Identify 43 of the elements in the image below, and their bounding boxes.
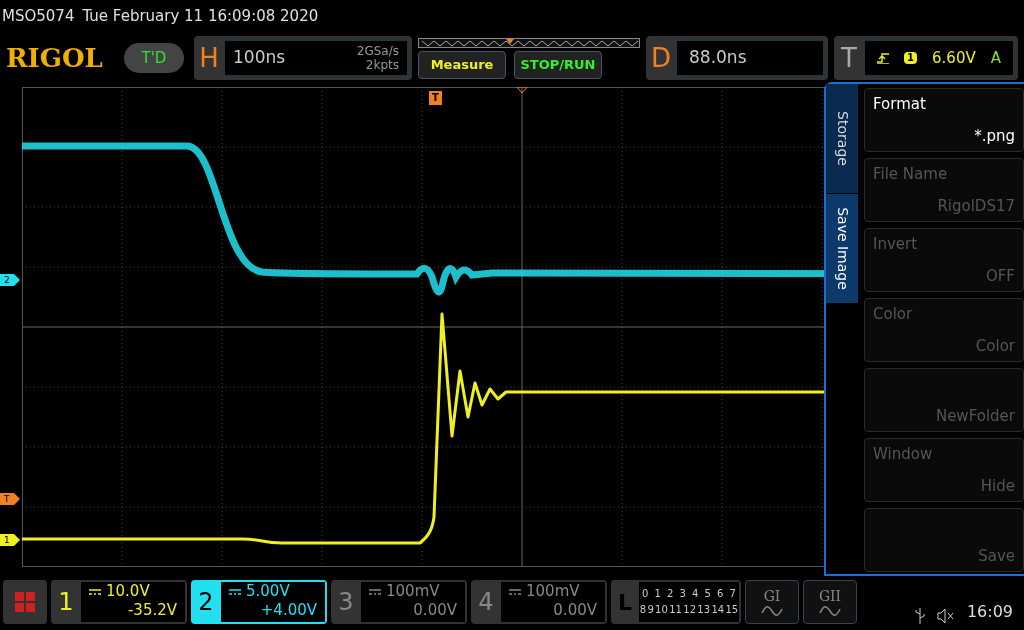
trigger-level: 6.60V [932,47,976,69]
sine-wave-icon [819,606,841,616]
app-menu-button[interactable] [3,580,47,624]
channel-marker[interactable]: 1 [0,534,20,546]
dc-coupling-icon [369,588,381,595]
channel-marker[interactable]: T [0,493,20,505]
channel-button[interactable]: 2 5.00V +4.00V [191,580,327,624]
grid-icon [14,591,36,613]
dc-coupling-icon [229,588,241,595]
speaker-muted-icon [936,608,955,624]
channel-button[interactable]: 1 10.0V -35.2V [51,580,187,624]
timebase-value: 100ns [233,46,286,70]
model-name: MSO5074 [2,5,75,27]
generator-button[interactable]: GI [745,580,799,624]
trigger-position-marker[interactable]: T [429,91,442,105]
memory-waveform-icon [418,37,640,48]
menu-item[interactable]: Format *.png [864,88,1024,152]
measure-button[interactable]: Measure [418,50,506,79]
trigger-letter: T [840,41,858,75]
trigger-source-badge: 1 [904,52,917,64]
brand-logo: RIGOL [6,41,104,75]
horizontal-letter: H [198,41,220,75]
sine-wave-icon [761,606,783,616]
channel-marker[interactable]: 2 [0,274,20,286]
date-time: Tue February 11 16:09:08 2020 [82,5,319,27]
dc-coupling-icon [509,588,521,595]
menu-tab[interactable]: Save Image [826,194,858,304]
center-marker-icon [516,87,528,94]
memory-depth: 2kpts [365,58,399,72]
delay-letter: D [650,41,672,75]
dc-coupling-icon [89,588,101,595]
usb-icon [914,608,925,624]
delay-value: 88.0ns [676,40,824,76]
generator-button[interactable]: GII [803,580,857,624]
sample-rate: 2GSa/s [356,44,399,58]
run-status-badge: T'D [124,43,184,73]
menu-tab[interactable]: Storage [826,84,858,194]
clock: 16:09 [966,601,1013,623]
channel-button[interactable]: 3 100mV 0.00V [331,580,467,624]
trigger-mode: A [990,47,1001,69]
rising-edge-icon [877,52,889,64]
channel-button[interactable]: 4 100mV 0.00V [471,580,607,624]
stop-run-button[interactable]: STOP/RUN [514,50,602,79]
